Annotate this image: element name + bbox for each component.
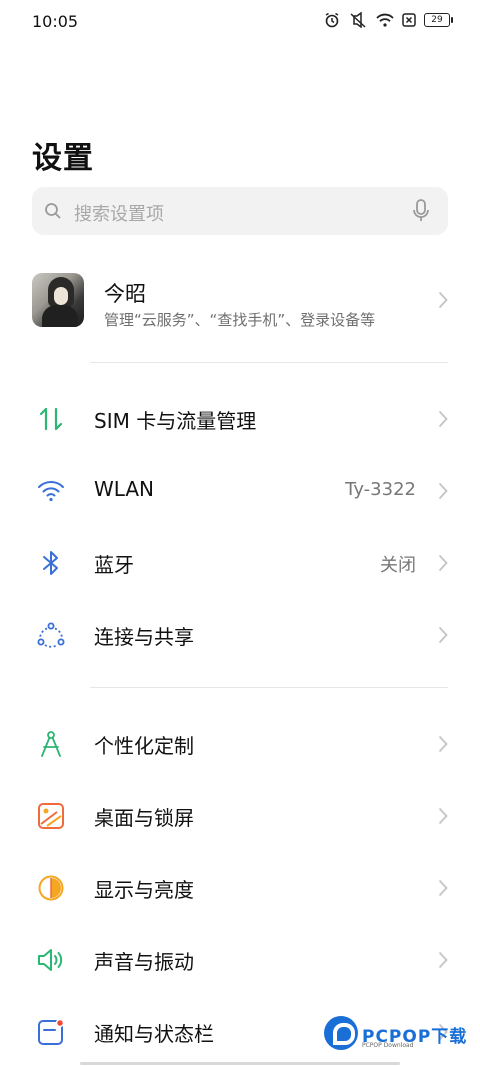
battery-icon: 29 — [424, 13, 453, 27]
home-indicator[interactable] — [80, 1062, 400, 1065]
chevron-right-icon — [438, 807, 448, 829]
notification-icon — [36, 1017, 66, 1047]
settings-item-label: 个性化定制 — [94, 734, 194, 758]
share-icon — [36, 620, 66, 650]
account-name: 今昭 — [104, 282, 146, 306]
no-sim-icon — [402, 13, 416, 27]
alarm-icon — [324, 12, 340, 28]
status-icons: 29 — [324, 12, 453, 28]
account-description: 管理“云服务”、“查找手机”、登录设备等 — [104, 311, 376, 329]
settings-item-label: 蓝牙 — [94, 553, 134, 577]
settings-item-label: 显示与亮度 — [94, 878, 194, 902]
microphone-icon[interactable] — [412, 199, 430, 227]
settings-item-label: 声音与振动 — [94, 950, 194, 974]
sim-data-icon — [36, 404, 66, 434]
divider — [90, 687, 448, 688]
wifi-icon — [376, 13, 394, 27]
settings-item-display-brightness[interactable]: 显示与亮度 — [32, 857, 448, 917]
search-input[interactable]: 搜索设置项 — [74, 200, 164, 226]
settings-item-personalization[interactable]: 个性化定制 — [32, 713, 448, 773]
divider — [90, 362, 448, 363]
settings-item-label: 桌面与锁屏 — [94, 806, 194, 830]
settings-item-connection-sharing[interactable]: 连接与共享 — [32, 604, 448, 664]
chevron-right-icon — [438, 482, 448, 504]
settings-item-value: 关闭 — [380, 555, 416, 576]
mute-icon — [348, 12, 368, 28]
watermark-logo — [324, 1016, 358, 1050]
bluetooth-icon — [36, 548, 66, 578]
compass-icon — [36, 729, 66, 759]
chevron-right-icon — [438, 554, 448, 576]
chevron-right-icon — [438, 735, 448, 757]
chevron-right-icon — [438, 410, 448, 432]
status-time: 10:05 — [32, 12, 79, 31]
settings-item-bluetooth[interactable]: 蓝牙 关闭 — [32, 532, 448, 592]
wifi-icon — [36, 476, 66, 506]
settings-item-sound-vibration[interactable]: 声音与振动 — [32, 929, 448, 989]
watermark: PCPOP下载 PCPOP Download — [322, 1014, 472, 1054]
account-row[interactable]: 今昭 管理“云服务”、“查找手机”、登录设备等 — [32, 268, 448, 334]
settings-item-label: SIM 卡与流量管理 — [94, 409, 257, 433]
settings-item-desktop-lockscreen[interactable]: 桌面与锁屏 — [32, 785, 448, 845]
wallpaper-icon — [36, 801, 66, 831]
chevron-right-icon — [438, 626, 448, 648]
settings-item-label: 连接与共享 — [94, 625, 194, 649]
brightness-icon — [36, 873, 66, 903]
settings-item-label: 通知与状态栏 — [94, 1022, 214, 1046]
chevron-right-icon — [438, 879, 448, 901]
settings-item-sim[interactable]: SIM 卡与流量管理 — [32, 388, 448, 448]
settings-item-label: WLAN — [94, 477, 155, 501]
speaker-icon — [36, 945, 66, 975]
chevron-right-icon — [438, 951, 448, 973]
chevron-right-icon — [438, 291, 448, 313]
search-bar[interactable]: 搜索设置项 — [32, 187, 448, 235]
settings-item-wlan[interactable]: WLAN Ty-3322 — [32, 460, 448, 520]
search-icon — [44, 202, 62, 224]
settings-item-value: Ty-3322 — [345, 479, 416, 500]
page-title: 设置 — [32, 141, 94, 176]
watermark-subtext: PCPOP Download — [362, 1042, 414, 1049]
avatar — [32, 273, 84, 327]
status-bar: 10:05 29 — [0, 0, 480, 40]
